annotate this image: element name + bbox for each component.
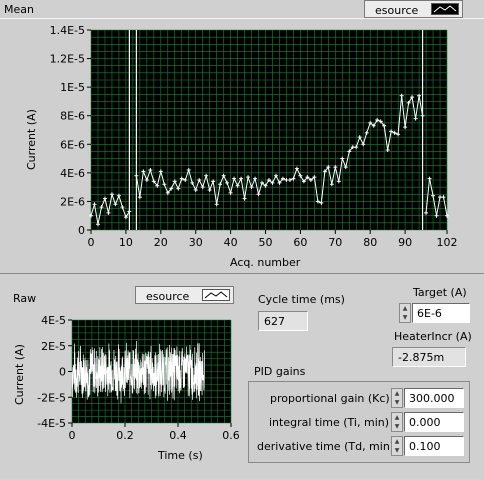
mean-x-tick-label: 10 — [119, 236, 133, 249]
mean-y-tick-label: 1.4E-5 — [50, 24, 85, 37]
raw-x-tick-label: 0.6 — [222, 429, 240, 442]
target-stepper[interactable]: ▲ ▼ — [399, 303, 411, 323]
raw-x-tick-label: 0.2 — [116, 429, 134, 442]
mean-y-tick-label: 8E-6 — [60, 110, 85, 123]
mean-legend[interactable]: esource — [364, 0, 463, 18]
mean-legend-label: esource — [375, 4, 419, 17]
td-stepper[interactable]: ▲ ▼ — [391, 436, 403, 456]
mean-y-tick-label: 1.2E-5 — [50, 53, 85, 66]
raw-legend[interactable]: esource — [135, 286, 234, 304]
cycle-time-readout: 627 — [258, 311, 308, 331]
raw-y-tick-label: 2E-5 — [41, 340, 66, 353]
mean-x-tick-label: 60 — [293, 236, 307, 249]
kc-label: proportional gain (Kc) — [270, 392, 390, 405]
mean-x-tick-label: 20 — [154, 236, 168, 249]
mean-legend-swatch-icon — [431, 3, 459, 15]
increment-icon[interactable]: ▲ — [392, 413, 402, 422]
decrement-icon[interactable]: ▼ — [392, 398, 402, 407]
mean-x-tick-label: 80 — [363, 236, 377, 249]
target-label: Target (A) — [413, 286, 467, 299]
mean-y-tick-label: 4E-6 — [60, 167, 85, 180]
increment-icon[interactable]: ▲ — [392, 437, 402, 446]
kc-input[interactable]: 300.000 — [404, 388, 464, 408]
ti-stepper[interactable]: ▲ ▼ — [391, 412, 403, 432]
cycle-time-label: Cycle time (ms) — [258, 293, 345, 306]
raw-plot[interactable]: 4E-52E-50-2E-5-4E-50 0.2 0.4 0.6 — [0, 305, 246, 475]
raw-legend-label: esource — [146, 290, 190, 303]
heater-incr-readout: -2.875m — [392, 347, 466, 367]
decrement-icon[interactable]: ▼ — [392, 422, 402, 431]
mean-y-tick-label: 2E-6 — [60, 195, 85, 208]
mean-plot[interactable]: 0 2E-6 4E-6 6E-6 8E-6 1E-5 1.2E-5 1.4E-5 0 10 20 30… — [0, 18, 484, 272]
mean-y-tick-label: 0 — [78, 224, 85, 237]
mean-x-tick-label: 0 — [88, 236, 95, 249]
mean-x-tick-label: 50 — [259, 236, 273, 249]
raw-title: Raw — [13, 292, 37, 305]
mean-x-tick-label: 70 — [328, 236, 342, 249]
ti-label: integral time (Ti, min) — [269, 416, 390, 429]
mean-title: Mean — [4, 3, 34, 16]
kc-stepper[interactable]: ▲ ▼ — [391, 388, 403, 408]
mean-y-tick-label: 1E-5 — [60, 81, 85, 94]
raw-y-tick-label: 0 — [59, 366, 66, 379]
mean-y-tick-label: 6E-6 — [60, 138, 85, 151]
td-input[interactable]: 0.100 — [404, 436, 464, 456]
ti-input[interactable]: 0.000 — [404, 412, 464, 432]
raw-y-tick-label: -4E-5 — [37, 417, 66, 430]
decrement-icon[interactable]: ▼ — [400, 313, 410, 322]
raw-x-tick-label: 0.4 — [169, 429, 187, 442]
mean-x-tick-label: 102 — [437, 236, 458, 249]
target-input[interactable]: 6E-6 — [412, 303, 470, 323]
raw-y-tick-label: -2E-5 — [37, 391, 66, 404]
mean-x-tick-label: 40 — [224, 236, 238, 249]
heater-incr-label: HeaterIncr (A) — [394, 330, 472, 343]
raw-y-tick-label: 4E-5 — [41, 314, 66, 327]
mean-x-tick-label: 90 — [398, 236, 412, 249]
decrement-icon[interactable]: ▼ — [392, 446, 402, 455]
increment-icon[interactable]: ▲ — [392, 389, 402, 398]
raw-x-tick-label: 0 — [69, 429, 76, 442]
pid-gains-title: PID gains — [254, 365, 306, 378]
increment-icon[interactable]: ▲ — [400, 304, 410, 313]
mean-x-tick-label: 30 — [189, 236, 203, 249]
raw-legend-swatch-icon — [202, 289, 230, 301]
td-label: derivative time (Td, min) — [257, 440, 395, 453]
